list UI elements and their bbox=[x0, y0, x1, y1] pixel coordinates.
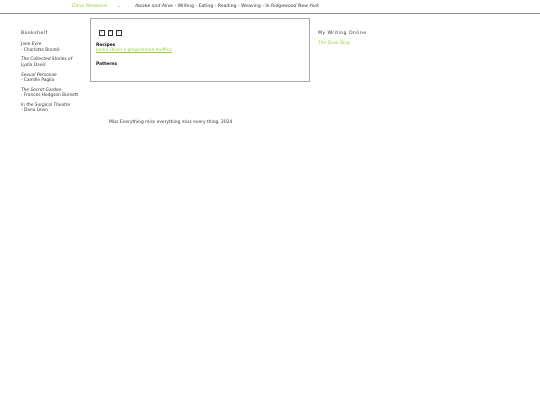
book-item: Jane Eyre - Charlotte Brontë bbox=[21, 42, 83, 53]
book-author: - Camille Paglia bbox=[21, 77, 55, 83]
tagline-prefix: Awake and Alive bbox=[135, 4, 174, 9]
footer-note: Miss Everything miss everything miss eve… bbox=[109, 120, 233, 125]
tagline-place: Ridgewood New York bbox=[271, 4, 320, 9]
book-author: - Dana Levin bbox=[21, 108, 49, 114]
book-item: The Secret Garden - Frances Hodgson Burn… bbox=[21, 88, 83, 99]
home-icon[interactable]: • bbox=[107, 30, 113, 36]
bookshelf-sidebar: Bookshelf Jane Eyre - Charlotte Brontë T… bbox=[21, 31, 83, 118]
book-author: - Frances Hodgson Burnett bbox=[21, 93, 79, 99]
book-item: Sexual Personae - Camille Paglia bbox=[21, 73, 83, 84]
recipes-section: Recipes Jamie Oliver's gingerbread muffi… bbox=[96, 43, 172, 53]
bookshelf-heading: Bookshelf bbox=[21, 31, 48, 36]
site-tagline: Awake and Alive - Writing - Eating - Rea… bbox=[135, 0, 319, 14]
book-title: The Collected Stories of Lydia Davis bbox=[21, 57, 73, 68]
next-icon[interactable]: › bbox=[116, 30, 122, 36]
recipe-link[interactable]: Jamie Oliver's gingerbread muffins bbox=[96, 48, 172, 53]
nav-icon-group: ‹ • › bbox=[99, 30, 122, 36]
writing-online-sidebar: My Writing Online The Dusk Blog bbox=[318, 31, 398, 46]
writing-online-heading: My Writing Online bbox=[318, 31, 367, 36]
tagline-rest: - Writing - Eating - Reading - Weaving -… bbox=[173, 4, 272, 9]
prev-icon[interactable]: ‹ bbox=[99, 30, 105, 36]
book-item: The Collected Stories of Lydia Davis bbox=[21, 57, 83, 68]
book-item: In the Surgical Theatre - Dana Levin bbox=[21, 103, 83, 114]
blog-link[interactable]: The Dusk Blog bbox=[318, 41, 398, 46]
book-author: - Charlotte Brontë bbox=[21, 47, 60, 53]
patterns-section: Patterns bbox=[96, 62, 117, 67]
site-name-link[interactable]: Dana Wetwood bbox=[72, 0, 107, 14]
patterns-heading: Patterns bbox=[96, 62, 118, 67]
top-bar: Dana Wetwood ⌄ Awake and Alive - Writing… bbox=[0, 0, 540, 14]
content-card: ‹ • › Recipes Jamie Oliver's gingerbread… bbox=[90, 18, 310, 82]
chevron-down-icon: ⌄ bbox=[117, 4, 121, 9]
